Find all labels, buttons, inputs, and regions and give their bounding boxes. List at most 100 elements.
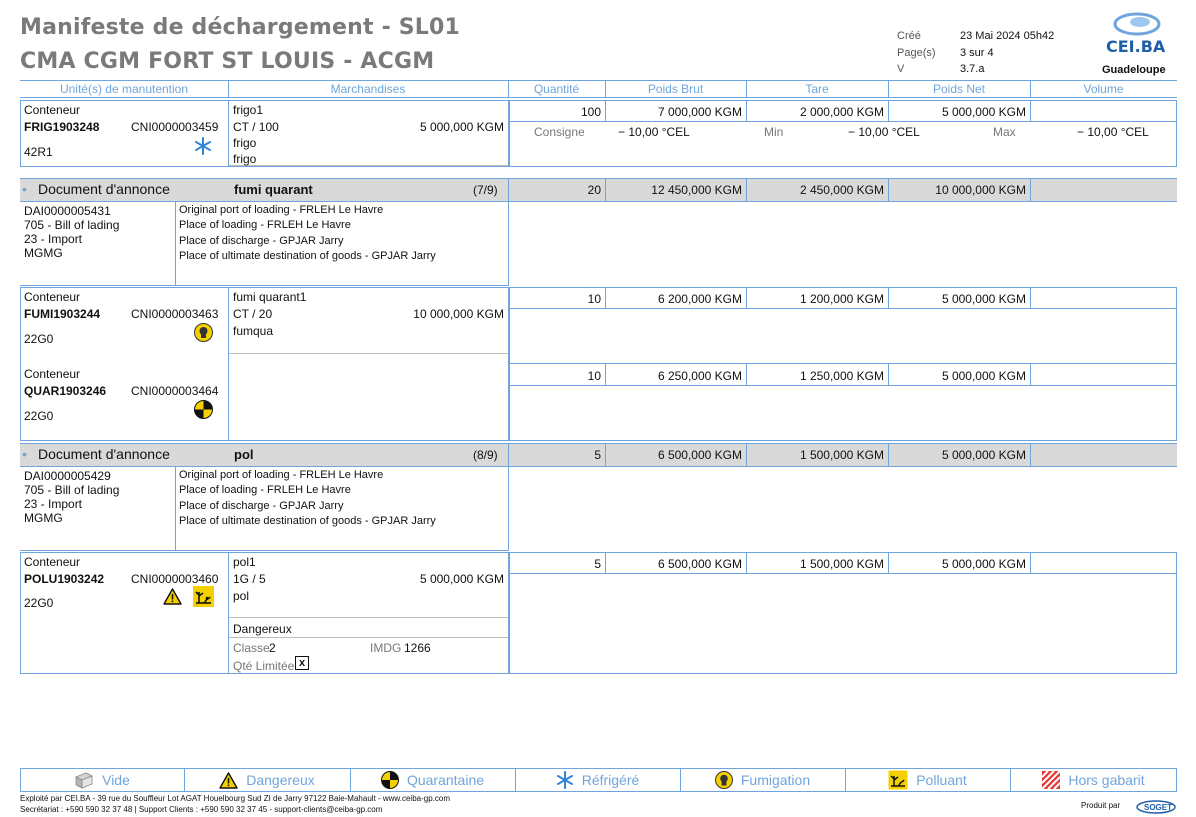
goods-description: frigo	[233, 152, 257, 166]
band-bottom-rule	[20, 201, 1177, 202]
container-number: FRIG1903248	[24, 120, 100, 134]
quantity-value: 5	[594, 557, 601, 571]
net-weight-value: 10 000,000 KGM	[935, 183, 1026, 197]
goods-title: frigo1	[233, 103, 264, 117]
quantity-value: 10	[587, 369, 601, 383]
legend-empty: Vide	[20, 769, 184, 791]
gross-weight-value: 12 450,000 KGM	[651, 183, 742, 197]
row-rule	[509, 121, 1177, 122]
tare-value: 1 250,000 KGM	[799, 369, 884, 383]
doc-code: MGMG	[24, 511, 63, 525]
document-name: fumi quarant	[234, 182, 313, 197]
col-header-tare: Tare	[805, 82, 829, 96]
legend-refrigerated: Réfrigéré	[515, 769, 680, 791]
document-title: Manifeste de déchargement - SL01	[20, 15, 461, 40]
pollutant-icon	[193, 586, 214, 607]
created-label: Créé	[897, 30, 921, 42]
goods-description: pol	[233, 589, 250, 603]
document-count: (7/9)	[473, 183, 498, 197]
place-of-destination: Place of ultimate destination of goods -…	[179, 515, 436, 527]
container-number: POLU1903242	[24, 572, 105, 586]
soget-logo-icon: SOGET	[1136, 800, 1176, 814]
band-top-rule	[20, 443, 1177, 444]
fumigation-icon	[714, 771, 733, 789]
goods-packaging: CT / 20	[233, 307, 273, 321]
class-value: 2	[269, 641, 276, 655]
dai-number: DAI0000005431	[24, 204, 111, 218]
imdg-label: IMDG	[370, 641, 402, 655]
col-header-goods: Marchandises	[330, 82, 406, 96]
legend-quarantine: Quarantaine	[350, 769, 515, 791]
quantity-value: 10	[587, 292, 601, 306]
danger-underline	[229, 637, 508, 638]
gross-weight-value: 6 200,000 KGM	[657, 292, 742, 306]
band-bottom-rule	[20, 466, 1177, 467]
container-type: 22G0	[24, 596, 54, 610]
snowflake-icon	[556, 771, 573, 789]
bill-of-lading: 705 - Bill of lading	[24, 218, 120, 232]
max-temp-label: Max	[993, 125, 1016, 139]
goods-description: frigo	[233, 136, 257, 150]
container-label: Conteneur	[24, 103, 81, 117]
document-name: pol	[234, 447, 254, 462]
document-label: Document d'annonce	[38, 181, 170, 197]
goods-description: fumqua	[233, 324, 274, 338]
limited-quantity-checkbox: x	[295, 656, 309, 670]
container-number: FUMI1903244	[24, 307, 101, 321]
col-header-quantity: Quantité	[533, 82, 580, 96]
tare-value: 1 200,000 KGM	[799, 292, 884, 306]
row-rule	[509, 308, 1177, 309]
row-rule	[509, 385, 1177, 386]
tare-value: 2 450,000 KGM	[799, 183, 884, 197]
place-of-discharge: Place of discharge - GPJAR Jarry	[179, 235, 344, 247]
goods-weight: 10 000,000 KGM	[413, 307, 504, 321]
version-label: V	[897, 63, 905, 75]
col-divider	[228, 552, 229, 674]
place-of-destination: Place of ultimate destination of goods -…	[179, 250, 436, 262]
pollutant-icon	[888, 770, 908, 790]
doc-details-bottom-rule	[20, 550, 509, 551]
created-value: 23 Mai 2024 05h42	[960, 30, 1055, 42]
limited-quantity-label: Qté Limitée	[233, 659, 295, 673]
original-port-of-loading: Original port of loading - FRLEH Le Havr…	[179, 469, 384, 481]
legend-pollutant-label: Polluant	[916, 772, 967, 788]
region-label: Guadeloupe	[1102, 64, 1166, 76]
container-label: Conteneur	[24, 367, 81, 381]
legend-quarantine-label: Quarantaine	[406, 772, 485, 788]
col-divider	[1030, 364, 1031, 385]
empty-container-icon	[75, 772, 94, 789]
pages-value: 3 sur 4	[960, 47, 994, 59]
goods-weight: 5 000,000 KGM	[419, 572, 504, 586]
hazard-warning-icon	[219, 771, 238, 789]
setpoint-value: − 10,00 °CEL	[618, 125, 690, 139]
quarantine-icon	[380, 771, 399, 789]
imdg-value: 1266	[404, 641, 431, 655]
row-rule	[509, 363, 1177, 364]
container-polu-left-box	[20, 552, 509, 674]
gross-weight-value: 7 000,000 KGM	[657, 105, 742, 119]
col-header-volume: Volume	[1083, 82, 1124, 96]
col-divider	[1030, 100, 1031, 121]
doc-details-divider	[508, 467, 509, 551]
oversize-icon	[1042, 771, 1061, 789]
band-top-rule	[20, 178, 1177, 179]
bullet-icon: •	[22, 181, 27, 197]
footer-contacts: Secrétariat : +590 590 32 37 48 | Suppor…	[20, 805, 383, 814]
goods-title: fumi quarant1	[233, 290, 307, 304]
legend-dangerous: Dangereux	[184, 769, 350, 791]
soget-logo-text: SOGET	[1144, 803, 1172, 812]
footer-address: Exploité par CEI.BA - 39 rue du Souffleu…	[20, 794, 451, 803]
fumigation-icon	[194, 323, 213, 342]
legend-dangerous-label: Dangereux	[246, 772, 315, 788]
goods-packaging: 1G / 5	[233, 572, 266, 586]
col-divider	[1030, 287, 1031, 308]
gross-weight-value: 6 500,000 KGM	[657, 557, 742, 571]
col-divider	[1030, 178, 1031, 201]
min-temp-value: − 10,00 °CEL	[848, 125, 920, 139]
header-top-rule	[20, 80, 1177, 81]
net-weight-value: 5 000,000 KGM	[941, 557, 1026, 571]
container-label: Conteneur	[24, 290, 81, 304]
doc-details-bottom-rule	[20, 285, 509, 286]
col-divider	[228, 287, 229, 441]
col-header-units: Unité(s) de manutention	[59, 82, 189, 96]
